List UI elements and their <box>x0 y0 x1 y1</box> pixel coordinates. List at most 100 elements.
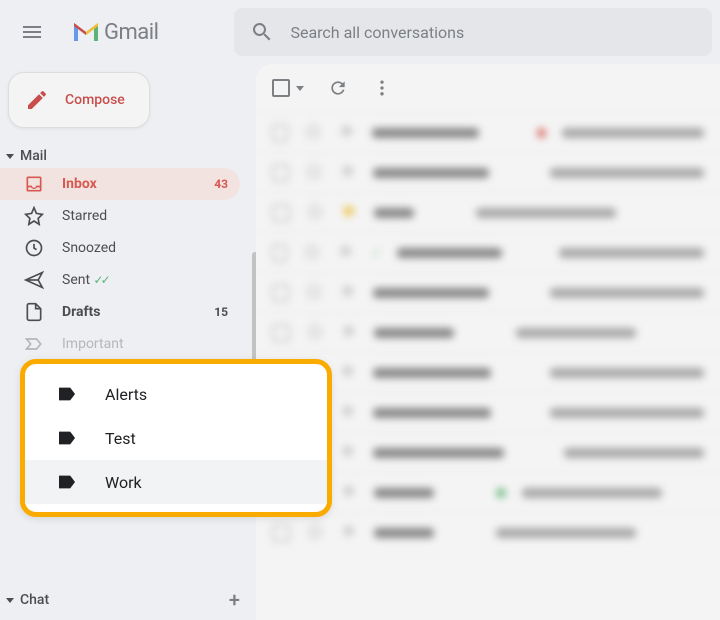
sender-text <box>374 528 434 538</box>
sidebar-item-label: Important <box>62 336 228 352</box>
checkbox-icon <box>272 79 290 97</box>
sidebar-item-sent[interactable]: Sent ✓✓ <box>0 264 240 296</box>
important-icon[interactable] <box>339 402 357 424</box>
sender-text <box>374 488 434 498</box>
label-item-work[interactable]: Work <box>25 460 327 504</box>
subject-text <box>550 368 704 378</box>
subject-text <box>516 328 636 338</box>
row-checkbox[interactable] <box>272 324 290 342</box>
mail-row[interactable] <box>256 152 720 192</box>
important-icon[interactable] <box>340 482 358 504</box>
sidebar-item-label: Snoozed <box>62 240 228 256</box>
sender-text <box>374 328 454 338</box>
sender-text <box>374 208 414 218</box>
app-name: Gmail <box>104 20 158 45</box>
important-icon[interactable] <box>340 522 358 544</box>
star-icon[interactable] <box>305 282 323 304</box>
mail-row[interactable] <box>256 312 720 352</box>
sender-text <box>373 368 491 378</box>
refresh-button[interactable] <box>328 78 348 98</box>
row-checkbox[interactable] <box>272 204 290 222</box>
hamburger-icon <box>20 20 44 44</box>
file-icon <box>24 302 44 322</box>
important-icon[interactable] <box>338 122 356 144</box>
sender-text <box>373 448 504 458</box>
clock-icon <box>24 238 44 258</box>
sidebar: Compose Mail Inbox43 Starred Snoozed Sent ✓… <box>0 64 256 620</box>
row-checkbox[interactable] <box>272 124 288 142</box>
sidebar-item-label: Drafts <box>62 304 196 320</box>
star-icon[interactable] <box>306 202 324 224</box>
mail-section-header[interactable]: Mail <box>0 144 256 168</box>
star-icon[interactable] <box>304 122 322 144</box>
sidebar-item-drafts[interactable]: Drafts 15 <box>0 296 240 328</box>
important-icon[interactable] <box>339 362 357 384</box>
compose-label: Compose <box>65 92 125 108</box>
select-all-checkbox[interactable] <box>272 79 304 97</box>
label-icon <box>57 474 77 490</box>
star-icon[interactable] <box>306 522 324 544</box>
sender-text <box>373 288 489 298</box>
sidebar-item-label: Sent ✓✓ <box>62 272 228 288</box>
important-icon[interactable] <box>339 282 357 304</box>
inbox-icon <box>24 174 44 194</box>
star-icon[interactable] <box>306 322 324 344</box>
important-icon[interactable] <box>340 322 358 344</box>
main-menu-button[interactable] <box>8 8 56 56</box>
search-input[interactable] <box>290 23 696 42</box>
sidebar-item-label: Starred <box>62 208 228 224</box>
labels-highlight-card: Alerts Test Work <box>20 359 332 517</box>
search-bar[interactable] <box>234 8 712 56</box>
gmail-logo[interactable]: Gmail <box>64 20 166 45</box>
subject-text <box>476 208 616 218</box>
label-item-alerts[interactable]: Alerts <box>25 372 327 416</box>
double-check-icon: ✓✓ <box>94 273 108 287</box>
subject-text <box>550 168 704 178</box>
more-button[interactable] <box>372 78 392 98</box>
compose-button[interactable]: Compose <box>8 72 150 128</box>
green-check-icon: ✓ <box>371 246 381 260</box>
row-checkbox[interactable] <box>272 524 290 542</box>
subject-text <box>522 488 662 498</box>
mail-row[interactable] <box>256 272 720 312</box>
mail-toolbar <box>256 64 720 112</box>
chat-section-header[interactable]: Chat + <box>0 580 256 620</box>
important-icon[interactable] <box>337 242 355 264</box>
row-checkbox[interactable] <box>272 244 287 262</box>
green-indicator-icon <box>496 488 506 498</box>
new-chat-button[interactable]: + <box>229 588 240 612</box>
sidebar-item-important[interactable]: Important <box>0 328 240 360</box>
row-checkbox[interactable] <box>272 284 289 302</box>
important-icon[interactable] <box>339 162 357 184</box>
star-icon[interactable] <box>303 242 321 264</box>
mail-content: ✓ <box>256 64 720 620</box>
mail-row[interactable] <box>256 112 720 152</box>
caret-down-icon <box>6 154 14 159</box>
mail-row[interactable] <box>256 192 720 232</box>
sender-text <box>373 168 489 178</box>
row-checkbox[interactable] <box>272 164 289 182</box>
label-icon <box>57 386 77 402</box>
sidebar-item-snoozed[interactable]: Snoozed <box>0 232 240 264</box>
star-icon[interactable] <box>305 162 323 184</box>
caret-down-icon <box>296 86 304 91</box>
caret-down-icon <box>6 598 14 603</box>
important-icon[interactable] <box>339 442 357 464</box>
label-text: Alerts <box>105 385 147 404</box>
mail-row[interactable]: ✓ <box>256 232 720 272</box>
label-text: Test <box>105 429 136 448</box>
sender-text <box>397 248 502 258</box>
sidebar-item-starred[interactable]: Starred <box>0 200 240 232</box>
label-icon <box>57 430 77 446</box>
mail-row[interactable] <box>256 512 720 552</box>
star-icon <box>24 206 44 226</box>
subject-text <box>550 288 704 298</box>
sidebar-item-inbox[interactable]: Inbox43 <box>0 168 240 200</box>
important-icon[interactable] <box>340 202 358 224</box>
label-item-test[interactable]: Test <box>25 416 327 460</box>
send-icon <box>24 270 44 290</box>
sender-text <box>373 408 491 418</box>
subject-text <box>564 448 704 458</box>
app-header: Gmail <box>0 0 720 64</box>
sidebar-item-count: 15 <box>214 305 228 319</box>
